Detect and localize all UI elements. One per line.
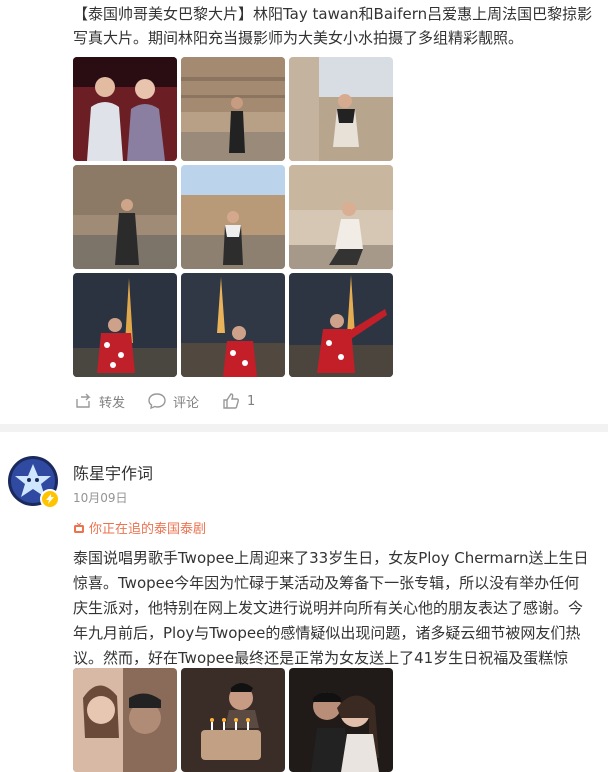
post-date[interactable]: 10月09日 <box>73 489 128 506</box>
photo-thumbnail[interactable] <box>181 165 285 269</box>
tv-icon <box>74 522 84 533</box>
lightning-icon <box>46 494 54 504</box>
photo-thumbnail[interactable] <box>73 273 177 377</box>
thumbs-up-icon <box>223 393 240 409</box>
photo-thumbnail[interactable] <box>73 668 177 772</box>
username[interactable]: 陈星宇作词 <box>73 460 153 484</box>
photo-grid <box>73 668 393 772</box>
post-text: 【泰国帅哥美女巴黎大片】林阳Tay tawan和Baifern吕爱惠上周法国巴黎… <box>73 5 593 47</box>
photo-thumbnail[interactable] <box>289 668 393 772</box>
repost-icon <box>76 393 91 408</box>
repost-label: 转发 <box>99 395 126 411</box>
topic-tag[interactable]: 你正在追的泰国泰剧 <box>73 518 206 537</box>
comment-button[interactable]: 评论 <box>147 391 199 411</box>
photo-thumbnail[interactable] <box>289 165 393 269</box>
like-count: 1 <box>247 393 256 409</box>
photo-thumbnail[interactable] <box>181 57 285 161</box>
topic-label: 你正在追的泰国泰剧 <box>89 522 207 537</box>
photo-thumbnail[interactable] <box>289 57 393 161</box>
comment-label: 评论 <box>173 395 200 411</box>
photo-grid <box>73 57 393 377</box>
post-actions: 转发 评论 1 <box>73 391 277 411</box>
comment-icon <box>148 393 166 410</box>
like-button[interactable]: 1 <box>221 391 255 411</box>
repost-button[interactable]: 转发 <box>73 391 125 411</box>
verified-badge <box>40 489 60 509</box>
photo-thumbnail[interactable] <box>181 273 285 377</box>
photo-thumbnail[interactable] <box>181 668 285 772</box>
photo-thumbnail[interactable] <box>289 273 393 377</box>
post-divider <box>0 424 608 432</box>
photo-thumbnail[interactable] <box>73 57 177 161</box>
photo-thumbnail[interactable] <box>73 165 177 269</box>
